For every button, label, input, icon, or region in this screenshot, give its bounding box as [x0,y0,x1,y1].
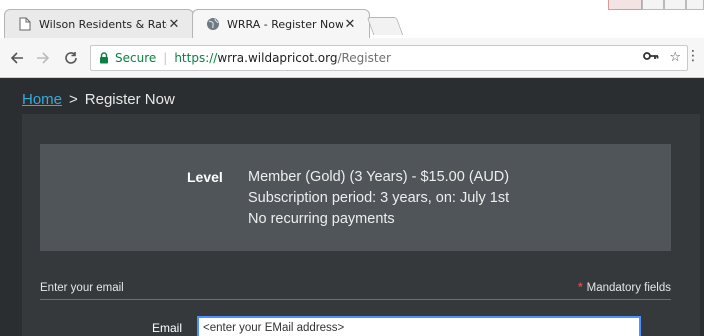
breadcrumb-separator: > [69,91,78,108]
section-title: Enter your email [40,282,124,294]
level-label: Level [187,169,223,185]
user-icon[interactable] [608,0,642,10]
level-details: Member (Gold) (3 Years) - $15.00 (AUD) S… [248,167,509,230]
new-tab-button[interactable] [366,17,404,35]
key-icon[interactable] [643,50,659,66]
tab-register-now[interactable]: WRRA - Register Now ✕ [192,9,370,38]
page: Home > Register Now Level Member (Gold) (3… [0,79,704,336]
browser-tab-strip: Wilson Residents & Rate ✕ WRRA - Registe… [0,0,704,38]
window-controls [608,0,704,14]
tab-wilson-residents[interactable]: Wilson Residents & Rate ✕ [4,9,194,38]
browser-toolbar: Secure | https://wrra.wildapricot.org/Re… [0,38,704,78]
registration-panel: Level Member (Gold) (3 Years) - $15.00 (… [22,114,700,336]
recurring-note: No recurring payments [248,211,395,227]
back-icon[interactable] [8,48,26,68]
email-input[interactable] [197,316,641,336]
subscription-period: Subscription period: 3 years, on: July 1… [248,190,510,206]
reload-icon[interactable] [62,48,80,68]
mandatory-label: Mandatory fields [586,282,671,294]
tab-label: Wilson Residents & Rate [39,17,167,31]
close-icon[interactable]: ✕ [343,17,357,32]
required-marker: * [578,282,583,294]
email-label: Email [152,321,183,335]
breadcrumb-home-link[interactable]: Home [22,91,62,108]
star-icon[interactable]: ☆ [669,50,681,66]
minimize-button[interactable] [642,0,664,10]
url-scheme: https:// [174,51,218,65]
secure-label: Secure [115,51,157,65]
breadcrumb-current: Register Now [84,91,175,108]
maximize-button[interactable] [664,0,686,10]
breadcrumb: Home > Register Now [22,91,175,108]
page-icon [17,16,33,32]
address-separator: | [163,51,168,65]
url-path: /Register [337,51,391,65]
mandatory-note: * Mandatory fields [578,282,671,294]
level-summary: Level Member (Gold) (3 Years) - $15.00 (… [40,144,671,251]
address-bar[interactable]: Secure | https://wrra.wildapricot.org/Re… [90,45,688,71]
menu-icon[interactable]: ⋮ [686,48,700,64]
globe-icon [205,16,221,32]
lock-icon [99,52,109,64]
forward-icon[interactable] [34,48,52,68]
email-section-header: Enter your email * Mandatory fields [40,278,671,300]
close-window-button[interactable] [686,0,704,10]
close-icon[interactable]: ✕ [167,17,181,32]
level-description: Member (Gold) (3 Years) - $15.00 (AUD) [248,169,510,185]
url-host: wrra.wildapricot.org [217,51,338,65]
tab-label: WRRA - Register Now [227,17,343,31]
